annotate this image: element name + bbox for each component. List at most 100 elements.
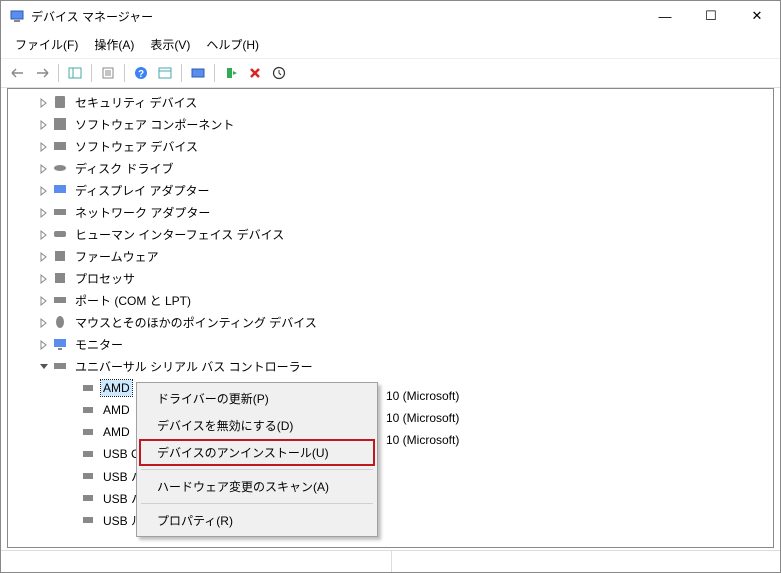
toolbar-separator (91, 64, 92, 82)
tree-node-label: ディスプレイ アダプター (73, 181, 212, 200)
expand-open-icon[interactable] (36, 361, 50, 372)
device-icon (80, 468, 96, 484)
expand-closed-icon[interactable] (36, 229, 50, 240)
scan-button[interactable] (187, 62, 209, 84)
tree-node[interactable]: ソフトウェア デバイス (8, 135, 773, 157)
menu-file[interactable]: ファイル(F) (7, 33, 86, 56)
ctx-disable-device[interactable]: デバイスを無効にする(D) (139, 412, 375, 439)
device-icon (52, 138, 68, 154)
ctx-scan-hardware[interactable]: ハードウェア変更のスキャン(A) (139, 473, 375, 500)
tree-node-label: AMD (101, 424, 132, 440)
tree-node-label: ソフトウェア コンポーネント (73, 115, 236, 134)
tree-node-label-suffix: 10 (Microsoft) (386, 433, 459, 447)
ctx-separator (141, 503, 373, 504)
device-icon (80, 424, 96, 440)
tree-node[interactable]: ヒューマン インターフェイス デバイス (8, 223, 773, 245)
device-icon (52, 270, 68, 286)
expand-closed-icon[interactable] (36, 251, 50, 262)
device-tree[interactable]: セキュリティ デバイスソフトウェア コンポーネントソフトウェア デバイスディスク… (8, 89, 773, 547)
help-button[interactable]: ? (130, 62, 152, 84)
tree-node-label: ユニバーサル シリアル バス コントローラー (73, 357, 315, 376)
properties-button[interactable] (97, 62, 119, 84)
device-icon (52, 292, 68, 308)
content-area: セキュリティ デバイスソフトウェア コンポーネントソフトウェア デバイスディスク… (7, 88, 774, 548)
toolbar-separator (214, 64, 215, 82)
expand-closed-icon[interactable] (36, 141, 50, 152)
toolbar-separator (181, 64, 182, 82)
window-title: デバイス マネージャー (31, 8, 642, 25)
ctx-separator (141, 469, 373, 470)
tree-node[interactable]: ディスプレイ アダプター (8, 179, 773, 201)
tree-node-label-suffix: 10 (Microsoft) (386, 411, 459, 425)
menu-view[interactable]: 表示(V) (142, 33, 198, 56)
toolbar-separator (124, 64, 125, 82)
device-icon (52, 248, 68, 264)
tree-node[interactable]: ソフトウェア コンポーネント (8, 113, 773, 135)
expand-closed-icon[interactable] (36, 185, 50, 196)
tree-node-label: ポート (COM と LPT) (73, 291, 193, 310)
tree-node[interactable]: USB ハ (8, 465, 773, 487)
app-icon (9, 8, 25, 24)
tree-node[interactable]: モニター (8, 333, 773, 355)
tree-node-label: ファームウェア (73, 247, 161, 266)
tree-node[interactable]: USB ルート ハブ (USB 3.0) (8, 509, 773, 531)
menu-help[interactable]: ヘルプ(H) (198, 33, 267, 56)
expand-closed-icon[interactable] (36, 339, 50, 350)
device-icon (52, 116, 68, 132)
maximize-button[interactable]: ☐ (688, 1, 734, 31)
tree-node-label: ディスク ドライブ (73, 159, 176, 178)
device-icon (52, 314, 68, 330)
ctx-properties[interactable]: プロパティ(R) (139, 507, 375, 534)
svg-text:?: ? (138, 69, 144, 80)
tree-node-label: ネットワーク アダプター (73, 203, 212, 222)
update-button[interactable] (268, 62, 290, 84)
tree-node[interactable]: ディスク ドライブ (8, 157, 773, 179)
expand-closed-icon[interactable] (36, 119, 50, 130)
tree-node[interactable]: プロセッサ (8, 267, 773, 289)
toolbar-separator (58, 64, 59, 82)
forward-button[interactable] (31, 62, 53, 84)
titlebar: デバイス マネージャー — ☐ ✕ (1, 1, 780, 31)
details-button[interactable] (154, 62, 176, 84)
tree-node[interactable]: ファームウェア (8, 245, 773, 267)
expand-closed-icon[interactable] (36, 207, 50, 218)
expand-closed-icon[interactable] (36, 317, 50, 328)
tree-node[interactable]: ポート (COM と LPT) (8, 289, 773, 311)
device-icon (80, 512, 96, 528)
ctx-uninstall-device[interactable]: デバイスのアンインストール(U) (139, 439, 375, 466)
menubar: ファイル(F) 操作(A) 表示(V) ヘルプ(H) (1, 31, 780, 58)
device-icon (52, 204, 68, 220)
tree-node-label: マウスとそのほかのポインティング デバイス (73, 313, 319, 332)
expand-closed-icon[interactable] (36, 295, 50, 306)
tree-node[interactable]: ネットワーク アダプター (8, 201, 773, 223)
show-hide-tree-button[interactable] (64, 62, 86, 84)
tree-node-label: プロセッサ (73, 269, 137, 288)
device-icon (80, 490, 96, 506)
close-button[interactable]: ✕ (734, 1, 780, 31)
context-menu: ドライバーの更新(P) デバイスを無効にする(D) デバイスのアンインストール(… (136, 382, 378, 537)
menu-action[interactable]: 操作(A) (86, 33, 142, 56)
expand-closed-icon[interactable] (36, 163, 50, 174)
toolbar: ? (1, 58, 780, 88)
tree-node-label: AMD (101, 402, 132, 418)
device-icon (80, 402, 96, 418)
tree-node-label: ヒューマン インターフェイス デバイス (73, 225, 286, 244)
device-icon (52, 182, 68, 198)
uninstall-button[interactable] (244, 62, 266, 84)
tree-node[interactable]: セキュリティ デバイス (8, 91, 773, 113)
device-icon (80, 380, 96, 396)
expand-closed-icon[interactable] (36, 273, 50, 284)
device-icon (52, 226, 68, 242)
ctx-update-driver[interactable]: ドライバーの更新(P) (139, 385, 375, 412)
device-icon (80, 446, 96, 462)
minimize-button[interactable]: — (642, 1, 688, 31)
device-icon (52, 358, 68, 374)
back-button[interactable] (7, 62, 29, 84)
tree-node[interactable]: マウスとそのほかのポインティング デバイス (8, 311, 773, 333)
tree-node[interactable]: ユニバーサル シリアル バス コントローラー (8, 355, 773, 377)
expand-closed-icon[interactable] (36, 97, 50, 108)
tree-node-label: ソフトウェア デバイス (73, 137, 200, 156)
device-icon (52, 160, 68, 176)
enable-button[interactable] (220, 62, 242, 84)
tree-node[interactable]: USB ハ (8, 487, 773, 509)
